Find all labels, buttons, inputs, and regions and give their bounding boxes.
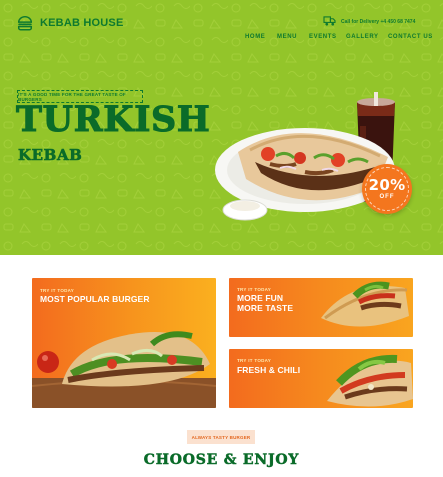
delivery-truck-icon (323, 16, 336, 26)
nav-gallery[interactable]: GALLERY (346, 34, 379, 40)
hero-section: KEBAB HOUSE Call for Delivery +4 450 68 … (0, 0, 443, 255)
section-pill-label: ALWAYS TASTY BURGER (187, 430, 255, 444)
delivery-info: Call for Delivery +4 450 68 7474 (323, 16, 415, 27)
nav-events[interactable]: EVENTS (309, 34, 337, 40)
hero-subtitle: KEBAB (18, 146, 83, 165)
nav-menu[interactable]: MENU (277, 34, 297, 40)
promo-kicker: TRY IT TODAY (237, 287, 272, 292)
main-nav: HOME MENU EVENTS GALLERY CONTACT US (0, 34, 443, 44)
delivery-phone: Call for Delivery +4 450 68 7474 (341, 18, 416, 25)
burger-icon (17, 15, 33, 31)
brand-name: KEBAB HOUSE (40, 17, 124, 29)
wrap-image (321, 281, 409, 327)
doner-sandwich-image (32, 331, 216, 408)
promo-card-more-fun[interactable]: TRY IT TODAY MORE FUN MORE TASTE (229, 278, 413, 337)
nav-contact-us[interactable]: CONTACT US (388, 34, 433, 40)
promo-kicker: TRY IT TODAY (237, 358, 272, 363)
promo-kicker: TRY IT TODAY (40, 288, 75, 293)
promo-title: MORE FUN MORE TASTE (237, 293, 294, 313)
discount-badge: 20% OFF (362, 164, 412, 214)
discount-off-label: OFF (379, 194, 395, 200)
promo-title: FRESH & CHILI (237, 365, 301, 375)
nav-home[interactable]: HOME (245, 34, 265, 40)
page: KEBAB HOUSE Call for Delivery +4 450 68 … (0, 0, 443, 477)
promo-card-fresh-chili[interactable]: TRY IT TODAY FRESH & CHILI (229, 349, 413, 408)
salad-wrap-image (327, 354, 413, 407)
promo-card-most-popular[interactable]: TRY IT TODAY MOST POPULAR BURGER (32, 278, 216, 408)
section-heading: CHOOSE & ENJOY (143, 452, 300, 469)
discount-percent: 20% (368, 176, 406, 194)
hero-title: TURKISH (15, 99, 211, 140)
brand[interactable]: KEBAB HOUSE (16, 14, 124, 32)
promo-title: MOST POPULAR BURGER (40, 294, 150, 304)
